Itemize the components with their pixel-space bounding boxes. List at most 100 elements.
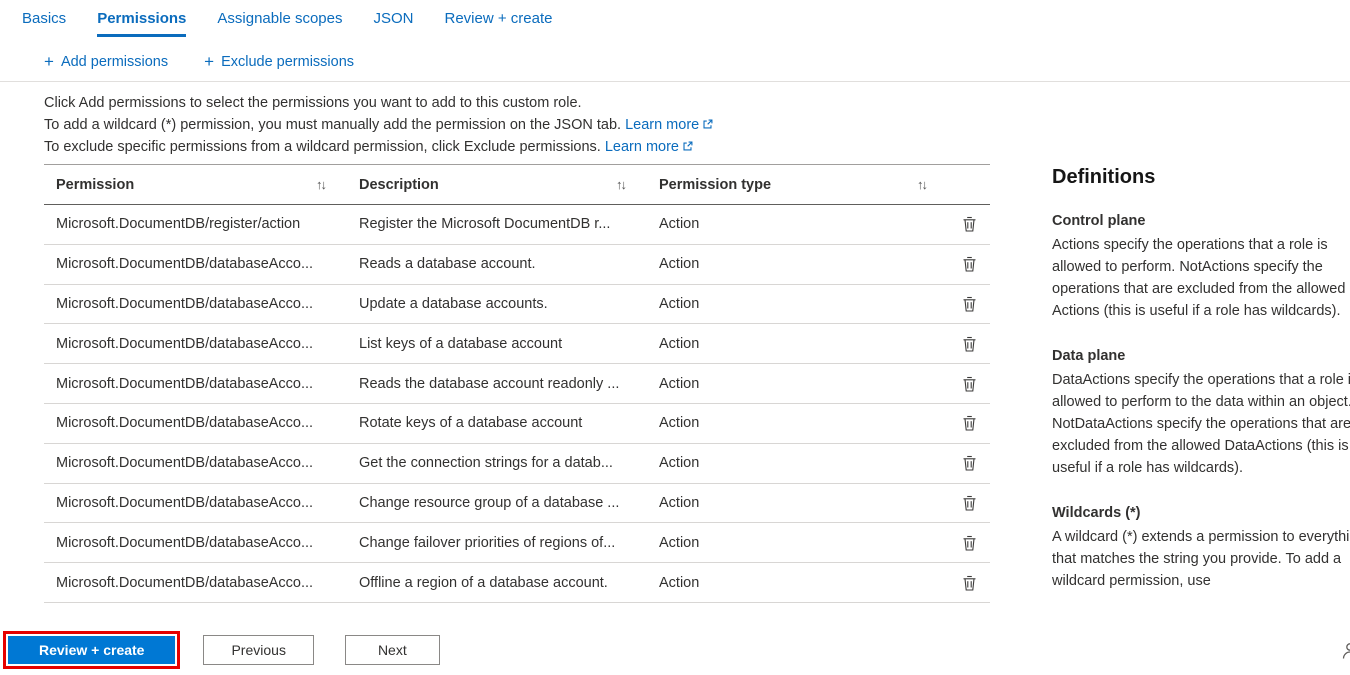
table-row: Microsoft.DocumentDB/databaseAcco... Cha… bbox=[44, 523, 990, 563]
description-cell: List keys of a database account bbox=[347, 336, 647, 352]
delete-permission-button[interactable] bbox=[959, 254, 980, 274]
tab-permissions[interactable]: Permissions bbox=[97, 10, 186, 37]
delete-permission-button[interactable] bbox=[959, 214, 980, 234]
permissions-table: Permission ↑↓ Description ↑↓ Permission … bbox=[44, 164, 990, 603]
description-cell: Reads a database account. bbox=[347, 256, 647, 272]
description-cell: Offline a region of a database account. bbox=[347, 575, 647, 591]
delete-permission-button[interactable] bbox=[959, 533, 980, 553]
definition-body: DataActions specify the operations that … bbox=[1052, 369, 1350, 479]
tab-basics[interactable]: Basics bbox=[22, 10, 66, 37]
tab-review-create[interactable]: Review + create bbox=[445, 10, 553, 37]
trash-icon bbox=[962, 256, 977, 272]
delete-permission-button[interactable] bbox=[959, 573, 980, 593]
delete-permission-button[interactable] bbox=[959, 334, 980, 354]
definitions-sections: Control plane Actions specify the operat… bbox=[1052, 213, 1350, 592]
delete-permission-button[interactable] bbox=[959, 413, 980, 433]
trash-icon bbox=[962, 415, 977, 431]
learn-more-link[interactable]: Learn more bbox=[625, 117, 713, 133]
description-cell: Change failover priorities of regions of… bbox=[347, 535, 647, 551]
definition-body: A wildcard (*) extends a permission to e… bbox=[1052, 526, 1350, 592]
table-row: Microsoft.DocumentDB/databaseAcco... Rea… bbox=[44, 364, 990, 404]
permission-type-cell: Action bbox=[647, 455, 948, 471]
next-button[interactable]: Next bbox=[345, 635, 440, 665]
table-row: Microsoft.DocumentDB/databaseAcco... Rea… bbox=[44, 245, 990, 285]
learn-more-link[interactable]: Learn more bbox=[605, 139, 693, 155]
add-permissions-button[interactable]: + Add permissions bbox=[44, 53, 168, 71]
permission-type-cell: Action bbox=[647, 376, 948, 392]
row-actions-cell bbox=[948, 573, 990, 593]
row-actions-cell bbox=[948, 334, 990, 354]
plus-icon: + bbox=[44, 53, 54, 71]
external-link-icon bbox=[682, 141, 693, 152]
delete-permission-button[interactable] bbox=[959, 493, 980, 513]
description-cell: Change resource group of a database ... bbox=[347, 495, 647, 511]
column-header-description: Description ↑↓ bbox=[347, 177, 647, 193]
trash-icon bbox=[962, 495, 977, 511]
trash-icon bbox=[962, 296, 977, 312]
annotation-highlight: Review + create bbox=[3, 631, 180, 669]
permission-type-cell: Action bbox=[647, 495, 948, 511]
main-content: Permission ↑↓ Description ↑↓ Permission … bbox=[0, 164, 1350, 603]
info-text: Click Add permissions to select the perm… bbox=[0, 82, 1350, 158]
column-label: Description bbox=[359, 177, 439, 193]
tab-label: JSON bbox=[373, 10, 413, 27]
permission-cell: Microsoft.DocumentDB/databaseAcco... bbox=[44, 455, 347, 471]
info-line-1: Click Add permissions to select the perm… bbox=[44, 92, 1350, 114]
wizard-footer: Review + create Previous Next bbox=[0, 631, 440, 669]
exclude-permissions-button[interactable]: + Exclude permissions bbox=[204, 53, 354, 71]
description-cell: Rotate keys of a database account bbox=[347, 415, 647, 431]
previous-button[interactable]: Previous bbox=[203, 635, 313, 665]
trash-icon bbox=[962, 376, 977, 392]
column-header-permission-type: Permission type ↑↓ bbox=[647, 177, 948, 193]
delete-permission-button[interactable] bbox=[959, 453, 980, 473]
add-permissions-label: Add permissions bbox=[61, 54, 168, 70]
definition-body: Actions specify the operations that a ro… bbox=[1052, 234, 1350, 322]
sort-icon[interactable]: ↑↓ bbox=[616, 177, 625, 192]
delete-permission-button[interactable] bbox=[959, 294, 980, 314]
review-create-button[interactable]: Review + create bbox=[8, 636, 175, 664]
sort-icon[interactable]: ↑↓ bbox=[316, 177, 325, 192]
wizard-tabs: Basics Permissions Assignable scopes JSON Re… bbox=[0, 0, 1350, 37]
table-row: Microsoft.DocumentDB/databaseAcco... Upd… bbox=[44, 285, 990, 325]
permission-cell: Microsoft.DocumentDB/register/action bbox=[44, 216, 347, 232]
command-bar: + Add permissions + Exclude permissions bbox=[0, 37, 1350, 71]
column-header-permission: Permission ↑↓ bbox=[44, 177, 347, 193]
definitions-panel: Definitions Control plane Actions specif… bbox=[1052, 166, 1350, 618]
permission-type-cell: Action bbox=[647, 336, 948, 352]
info-line-3: To exclude specific permissions from a w… bbox=[44, 136, 1350, 158]
table-row: Microsoft.DocumentDB/databaseAcco... Get… bbox=[44, 444, 990, 484]
permission-type-cell: Action bbox=[647, 216, 948, 232]
delete-permission-button[interactable] bbox=[959, 374, 980, 394]
table-body: Microsoft.DocumentDB/register/action Reg… bbox=[44, 205, 990, 603]
exclude-permissions-label: Exclude permissions bbox=[221, 54, 354, 70]
definitions-title: Definitions bbox=[1052, 166, 1350, 189]
table-row: Microsoft.DocumentDB/databaseAcco... Off… bbox=[44, 563, 990, 603]
external-link-icon bbox=[702, 119, 713, 130]
definition-control-plane: Control plane Actions specify the operat… bbox=[1052, 213, 1350, 322]
sort-icon[interactable]: ↑↓ bbox=[917, 177, 926, 192]
permission-cell: Microsoft.DocumentDB/databaseAcco... bbox=[44, 376, 347, 392]
tab-assignable-scopes[interactable]: Assignable scopes bbox=[217, 10, 342, 37]
definition-heading: Data plane bbox=[1052, 348, 1350, 364]
permission-cell: Microsoft.DocumentDB/databaseAcco... bbox=[44, 415, 347, 431]
row-actions-cell bbox=[948, 453, 990, 473]
info-line-2-text: To add a wildcard (*) permission, you mu… bbox=[44, 117, 621, 133]
trash-icon bbox=[962, 336, 977, 352]
row-actions-cell bbox=[948, 374, 990, 394]
table-header: Permission ↑↓ Description ↑↓ Permission … bbox=[44, 165, 990, 205]
permission-cell: Microsoft.DocumentDB/databaseAcco... bbox=[44, 256, 347, 272]
table-row: Microsoft.DocumentDB/register/action Reg… bbox=[44, 205, 990, 245]
permission-cell: Microsoft.DocumentDB/databaseAcco... bbox=[44, 495, 347, 511]
feedback-icon[interactable] bbox=[1340, 641, 1350, 661]
permission-cell: Microsoft.DocumentDB/databaseAcco... bbox=[44, 296, 347, 312]
row-actions-cell bbox=[948, 533, 990, 553]
info-line-3-text: To exclude specific permissions from a w… bbox=[44, 139, 601, 155]
permission-type-cell: Action bbox=[647, 256, 948, 272]
description-cell: Reads the database account readonly ... bbox=[347, 376, 647, 392]
permission-type-cell: Action bbox=[647, 575, 948, 591]
tab-json[interactable]: JSON bbox=[373, 10, 413, 37]
table-row: Microsoft.DocumentDB/databaseAcco... Rot… bbox=[44, 404, 990, 444]
row-actions-cell bbox=[948, 214, 990, 234]
table-row: Microsoft.DocumentDB/databaseAcco... Lis… bbox=[44, 324, 990, 364]
permission-cell: Microsoft.DocumentDB/databaseAcco... bbox=[44, 535, 347, 551]
